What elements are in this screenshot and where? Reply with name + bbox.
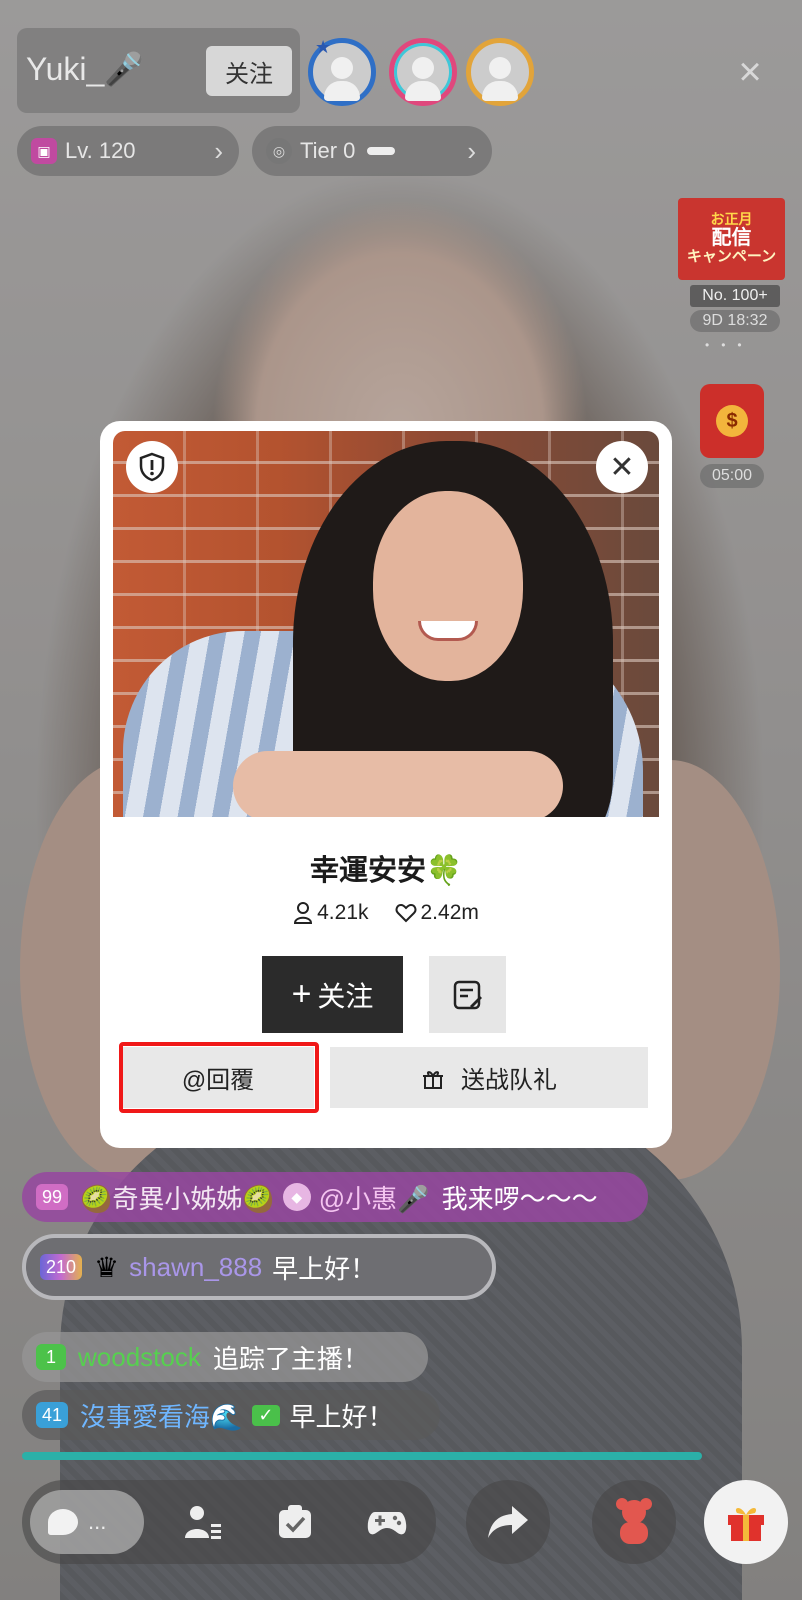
police-hat-icon: ★	[315, 37, 332, 57]
share-button[interactable]	[466, 1480, 550, 1564]
chat-username: shawn_888	[129, 1251, 263, 1282]
share-arrow-icon	[488, 1506, 528, 1538]
comment-input[interactable]: ...	[30, 1490, 144, 1554]
chat-username: 沒事愛看海🌊	[80, 1401, 243, 1432]
campaign-timer: 9D 18:32	[690, 310, 780, 332]
profile-card: ✕ 幸運安安🍀 4.21k 2.42m + 关注 @回覆 送战队礼	[100, 421, 672, 1148]
campaign-rank: No. 100+	[690, 285, 780, 307]
shield-icon	[139, 452, 165, 482]
comment-placeholder: ...	[88, 1509, 107, 1534]
close-profile-button[interactable]: ✕	[596, 441, 648, 493]
chat-username: 🥝奇異小姊姊🥝	[80, 1183, 275, 1214]
guest-button[interactable]	[176, 1495, 230, 1549]
user-level-badge: 1	[36, 1344, 66, 1370]
campaign-banner[interactable]: お正月 配信 キャンペーン	[678, 198, 785, 280]
tier-pill[interactable]: ◎ Tier 0 ›	[252, 126, 492, 176]
tasks-button[interactable]	[268, 1495, 322, 1549]
chat-text: 我来啰～～～	[441, 1183, 598, 1214]
heart-icon	[395, 903, 416, 923]
chat-text: 早上好！	[272, 1253, 377, 1284]
profile-follow-label: 关注	[317, 980, 374, 1012]
viewer-avatar-1[interactable]: ★	[308, 37, 376, 106]
chevron-right-icon: ›	[467, 135, 476, 166]
profile-follow-button[interactable]: + 关注	[262, 956, 403, 1033]
level-pill[interactable]: ▣ Lv. 120 ›	[17, 126, 239, 176]
likes-count: 2.42m	[420, 901, 479, 924]
followers-stat: 4.21k	[293, 901, 369, 925]
ticket-icon: ▣	[31, 138, 57, 164]
gift-outline-icon	[423, 1070, 443, 1089]
people-list-icon	[185, 1506, 221, 1539]
user-level-badge: 99	[36, 1184, 69, 1210]
close-live-icon[interactable]: ×	[728, 50, 772, 94]
campaign-title-line-2: 配信	[711, 227, 752, 250]
team-gift-label: 送战队礼	[461, 1067, 557, 1094]
tier-badge-icon: ◎	[266, 138, 292, 164]
followers-count: 4.21k	[317, 901, 369, 924]
level-label: Lv. 120	[65, 138, 136, 163]
red-packet-button[interactable]: $	[700, 384, 764, 458]
tier-progress-bar	[367, 147, 396, 155]
red-packet-timer: 05:00	[700, 464, 764, 488]
crown-icon: ♛	[94, 1251, 120, 1283]
reply-button[interactable]: @回覆	[122, 1047, 314, 1108]
chat-text: 早上好！	[289, 1401, 394, 1432]
chat-text: 追踪了主播！	[212, 1343, 369, 1374]
host-name: Yuki_🎤	[26, 51, 145, 87]
report-shield-button[interactable]	[126, 441, 178, 493]
viewer-avatar-3[interactable]	[466, 38, 534, 106]
diamond-icon: ◆	[282, 1183, 311, 1211]
chat-message[interactable]: 210 ♛ shawn_888 早上好！	[22, 1234, 496, 1300]
tier-label: Tier 0	[300, 138, 356, 163]
chat-message[interactable]: 41 沒事愛看海🌊 ✓ 早上好！	[22, 1390, 440, 1440]
clipboard-check-icon	[279, 1505, 311, 1538]
viewer-avatar-2[interactable]	[389, 38, 457, 106]
game-button[interactable]	[360, 1495, 414, 1549]
gift-button[interactable]	[704, 1480, 788, 1564]
user-level-badge: 210	[40, 1254, 83, 1280]
likes-stat: 2.42m	[395, 901, 479, 925]
dollar-coin-icon: $	[716, 405, 748, 437]
carousel-dots: •••	[705, 338, 754, 352]
gummy-bear-icon	[616, 1498, 652, 1544]
profile-photo	[113, 431, 659, 817]
chat-message[interactable]: 1 woodstock 追踪了主播！	[22, 1332, 428, 1382]
campaign-title-line-1: お正月	[710, 211, 753, 228]
user-level-badge: 41	[36, 1402, 69, 1428]
chat-username: woodstock	[78, 1341, 201, 1372]
chat-bubble-icon	[48, 1509, 78, 1535]
note-edit-icon	[453, 980, 482, 1009]
campaign-title-line-3: キャンペーン	[686, 248, 777, 266]
note-button[interactable]	[429, 956, 506, 1033]
plus-icon: +	[291, 975, 312, 1013]
profile-nickname: 幸運安安🍀	[309, 855, 463, 887]
check-badge-icon: ✓	[252, 1404, 280, 1426]
host-follow-button[interactable]: 关注	[206, 46, 292, 96]
gift-box-icon	[728, 1508, 764, 1541]
chat-message[interactable]: 99 🥝奇異小姊姊🥝 ◆ @小惠🎤 我来啰～～～	[22, 1172, 648, 1222]
chat-entry-bar	[22, 1452, 702, 1460]
profile-stats: 4.21k 2.42m	[100, 901, 672, 925]
chat-mention: @小惠🎤	[318, 1183, 430, 1214]
team-gift-button[interactable]: 送战队礼	[330, 1047, 648, 1108]
gamepad-icon	[367, 1512, 407, 1535]
bear-gift-button[interactable]	[592, 1480, 676, 1564]
chevron-right-icon: ›	[214, 135, 223, 166]
person-icon	[294, 902, 313, 924]
close-icon: ✕	[609, 450, 635, 484]
